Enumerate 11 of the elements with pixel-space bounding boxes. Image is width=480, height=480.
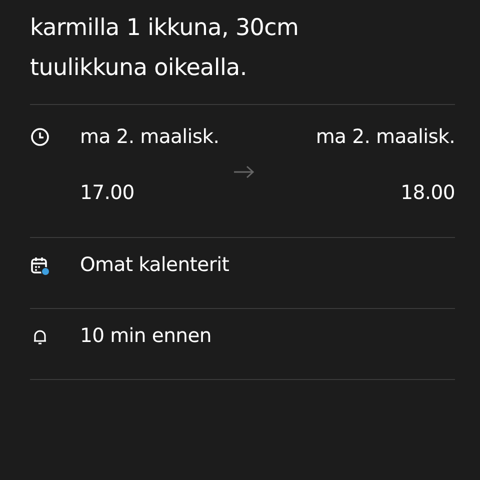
calendar-name[interactable]: Omat kalenterit	[80, 253, 230, 277]
calendar-icon	[30, 256, 50, 276]
start-date[interactable]: ma 2. maalisk.	[80, 125, 220, 149]
reminder-text[interactable]: 10 min ennen	[80, 324, 212, 348]
bell-icon	[32, 329, 48, 345]
end-date[interactable]: ma 2. maalisk.	[316, 125, 455, 149]
clock-icon	[30, 127, 50, 147]
start-time[interactable]: 17.00	[80, 181, 220, 205]
event-description: karmilla 1 ikkuna, 30cm tuulikkuna oikealla.	[30, 14, 300, 83]
end-time[interactable]: 18.00	[400, 181, 455, 205]
arrow-icon	[233, 165, 256, 179]
